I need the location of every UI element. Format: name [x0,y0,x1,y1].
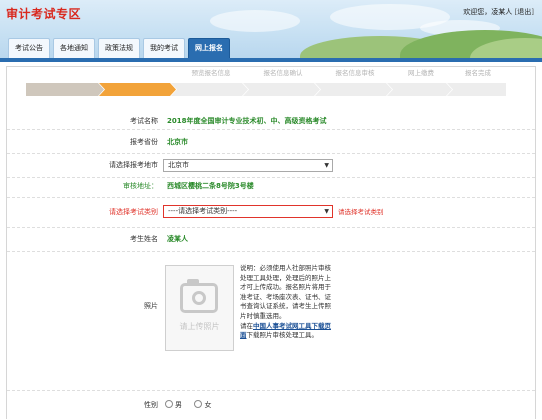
camera-icon-lens [192,291,206,305]
step-shape-confirm [243,83,320,96]
review-address-value: 西城区樱桃二条8号院3号楼 [167,182,254,190]
welcome-prefix: 欢迎您， [463,8,492,16]
photo-label: 照片 [144,302,158,310]
photo-note-prefix: 请在 [240,321,253,330]
chevron-down-icon: ▼ [324,162,329,169]
gender-male-label: 男 [175,401,182,409]
row-name: 考生姓名 凌某人 [7,227,535,252]
nav-tab-announcements[interactable]: 考试公告 [8,38,50,58]
photo-upload-area[interactable]: 请上传照片 [165,265,234,351]
gender-options: 男 女 [165,399,211,411]
chevron-down-icon: ▼ [324,208,329,215]
camera-icon-top [187,279,199,284]
nav-tab-online-registration[interactable]: 网上报名 [188,38,230,58]
row-city: 请选择报考地市 北京市 ▼ [7,153,535,178]
bracket-close: ] [531,8,534,16]
gender-male-radio[interactable] [165,400,173,408]
row-gender: 性别 男 女 [7,390,535,420]
site-title: 审计考试专区 [6,7,82,21]
nav-tab-my-exams[interactable]: 我的考试 [143,38,185,58]
category-select[interactable]: ----请选择考试类别---- ▼ [163,205,333,218]
photo-note-suffix: 下载照片审核处理工具。 [246,331,319,340]
city-label: 请选择报考地市 [109,161,158,169]
logout-link[interactable]: 退出 [517,8,531,16]
user-welcome: 欢迎您，凌某人 [退出] [463,7,534,17]
header-divider [0,58,542,62]
main-nav: 考试公告 各地通知 政策法规 我的考试 网上报名 [8,38,230,58]
province-value: 北京市 [167,138,188,146]
page-header: 审计考试专区 欢迎您，凌某人 [退出] 考试公告 各地通知 政策法规 我的考试 … [0,0,542,58]
row-exam-name: 考试名称 2018年度全国审计专业技术初、中、高级资格考试 [7,97,535,130]
name-label: 考生姓名 [130,235,158,243]
exam-name-value: 2018年度全国审计专业技术初、中、高级资格考试 [167,117,327,125]
nav-tab-local-notices[interactable]: 各地通知 [53,38,95,58]
upload-photo-text: 请上传照片 [179,322,220,331]
username: 凌某人 [491,8,513,16]
row-province: 报考省份 北京市 [7,129,535,154]
gender-female-label: 女 [204,401,212,409]
step-read-notice[interactable]: 阅读报名须知 [26,67,104,80]
gender-label: 性别 [144,401,158,409]
photo-note-main: 说明：必须使用人社部照片审核处理工具处理，处理后的照片上才可上传成功。报名照片将… [240,264,331,320]
nav-tab-regulations[interactable]: 政策法规 [98,38,140,58]
step-payment[interactable]: 网上缴费 [389,67,453,80]
header-cloud [210,10,300,32]
step-shape-payment [387,83,452,96]
category-hint: 请选择考试类别 [338,208,384,216]
category-label: 请选择考试类别 [109,208,158,216]
photo-instructions: 说明：必须使用人社部照片审核处理工具处理，处理后的照片上才可上传成功。报名照片将… [240,264,335,341]
province-label: 报考省份 [130,138,158,146]
row-review-address: 审核地址： 西城区樱桃二条8号院3号楼 [7,177,535,198]
step-preview[interactable]: 预览报名信息 [173,67,249,80]
category-select-value: ----请选择考试类别---- [168,207,238,215]
exam-name-label: 考试名称 [130,117,158,125]
city-select-value: 北京市 [168,161,189,169]
step-shape-read-notice [26,83,104,96]
row-category: 请选择考试类别 ----请选择考试类别---- ▼ 请选择考试类别 [7,197,535,228]
step-shape-preview [171,83,248,96]
registration-panel: 阅读报名须知 填写报名信息 预览报名信息 报名信息确认 报名信息审核 网上缴费 … [6,66,536,419]
step-fill-info[interactable]: 填写报名信息 [101,67,177,80]
step-complete[interactable]: 报名完成 [449,67,507,80]
row-photo: 照片 请上传照片 说明：必须使用人社部照片审核处理工具处理，处理后的照片上才可上… [7,251,535,391]
step-shape-fill-info [99,83,176,96]
step-shape-review [315,83,392,96]
step-progress [26,83,506,96]
review-address-label: 审核地址： [123,182,158,190]
camera-icon [180,279,218,313]
name-value: 凌某人 [167,235,188,243]
step-review[interactable]: 报名信息审核 [317,67,393,80]
step-shape-complete [447,83,506,96]
step-confirm[interactable]: 报名信息确认 [245,67,321,80]
gender-female-radio[interactable] [194,400,203,408]
city-select[interactable]: 北京市 ▼ [163,159,333,172]
